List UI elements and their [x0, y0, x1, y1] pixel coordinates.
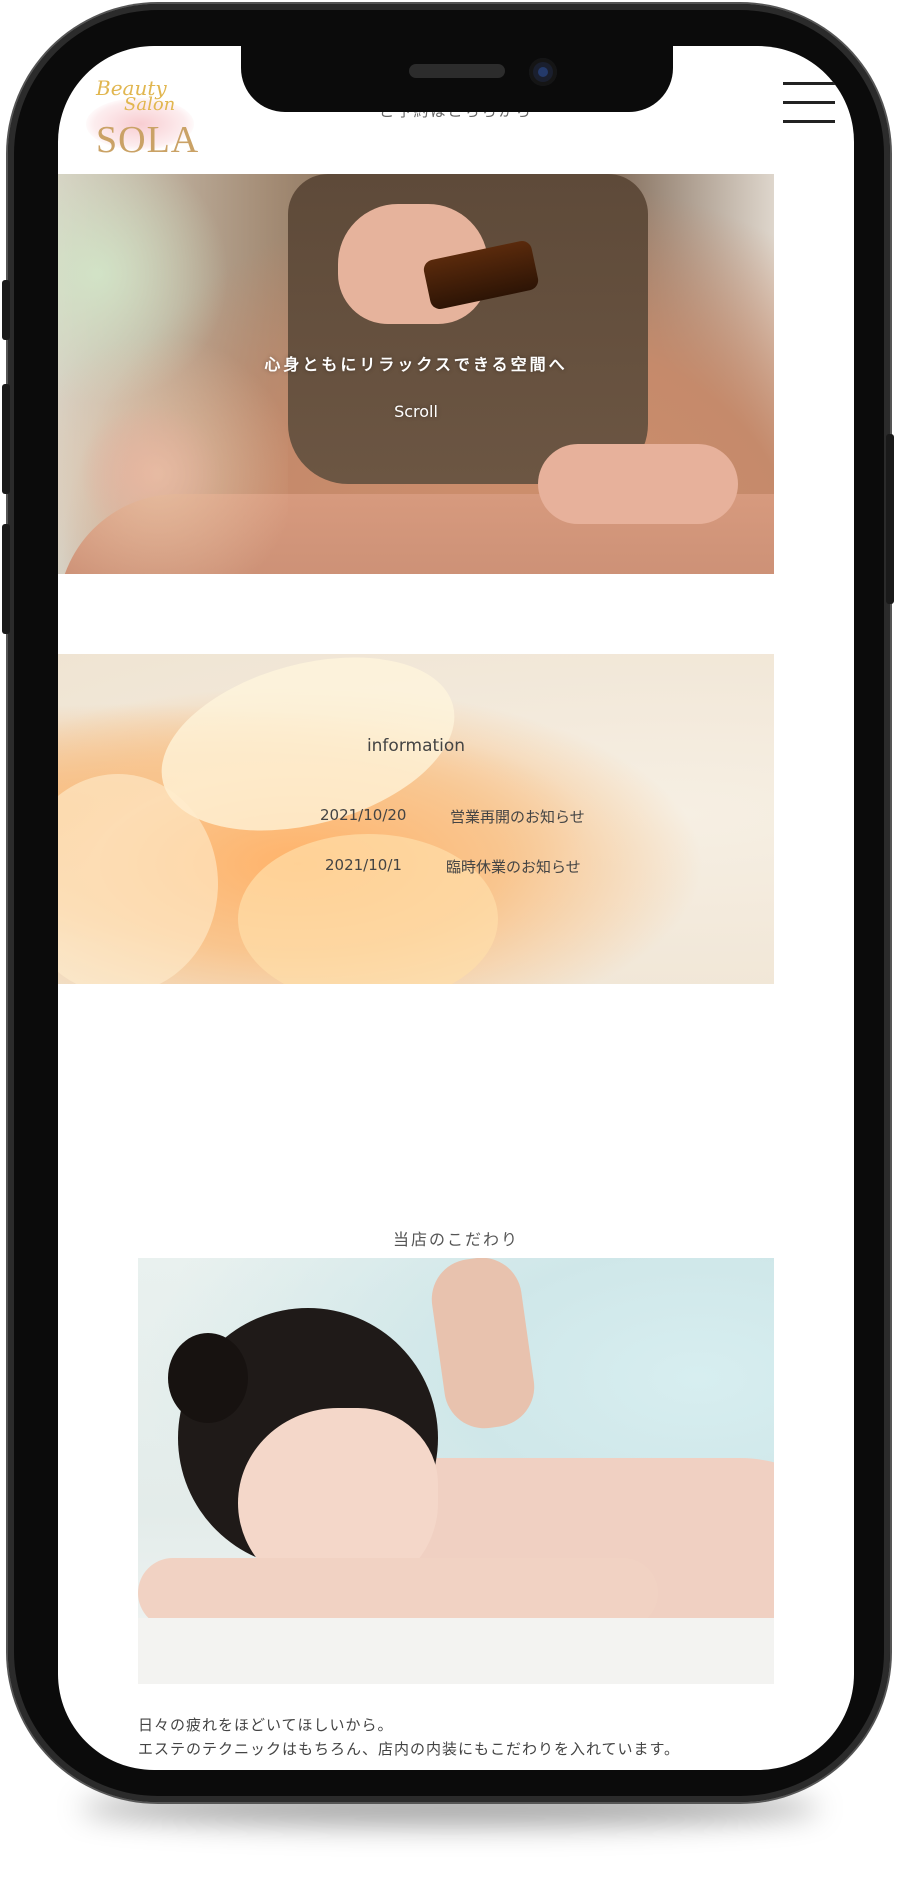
volume-up-button	[2, 384, 10, 494]
client-bun-shape	[168, 1333, 248, 1423]
volume-down-button	[2, 524, 10, 634]
news-title[interactable]: 営業再開のお知らせ	[450, 806, 585, 827]
phone-screen: Beauty Salon SOLA ご予約はこちらから 心身ともにリラックスでき…	[58, 46, 854, 1770]
news-title[interactable]: 臨時休業のお知らせ	[446, 856, 581, 877]
phone-frame: Beauty Salon SOLA ご予約はこちらから 心身ともにリラックスでき…	[2, 4, 894, 1802]
logo-sola-text: SOLA	[96, 119, 200, 161]
hero-open-hand-shape	[538, 444, 738, 524]
news-date: 2021/10/1	[325, 856, 402, 874]
menu-bar-top	[783, 82, 835, 85]
description-line: 日々の疲れをほどいてほしいから。	[138, 1716, 394, 1734]
description-line: エステのテクニックはもちろん、店内の内装にもこだわりを入れています。	[138, 1740, 681, 1758]
information-section: information 2021/10/20 営業再開のお知らせ 2021/10…	[58, 654, 774, 984]
kodawari-description: 日々の疲れをほどいてほしいから。 エステのテクニックはもちろん、店内の内装にもこ…	[138, 1713, 838, 1761]
towel-shape	[138, 1618, 774, 1684]
therapist-arm-shape	[426, 1258, 540, 1434]
massage-photo	[138, 1258, 774, 1684]
information-title: information	[366, 736, 466, 756]
notch	[241, 46, 673, 112]
mute-switch	[2, 280, 10, 340]
news-date: 2021/10/20	[320, 806, 407, 824]
front-camera-icon	[529, 58, 557, 86]
hero-banner: 心身ともにリラックスできる空間へ Scroll	[58, 174, 774, 574]
kodawari-title: 当店のこだわり	[392, 1230, 519, 1249]
hero-tagline: 心身ともにリラックスできる空間へ	[264, 355, 568, 374]
speaker-grille	[409, 64, 505, 78]
scroll-indicator[interactable]: Scroll	[58, 402, 774, 421]
power-button	[886, 434, 894, 604]
